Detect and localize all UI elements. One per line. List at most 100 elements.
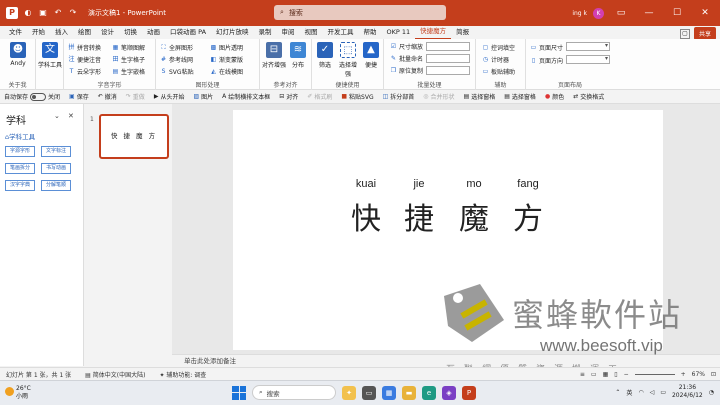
- from-start-button[interactable]: ▶ 从头开始: [154, 92, 185, 101]
- tab-insert[interactable]: 插入: [50, 26, 73, 39]
- powerpoint-taskbar-icon[interactable]: P: [462, 385, 476, 400]
- page-orientation-button[interactable]: ▯ 页面方向: [530, 56, 563, 65]
- filter-button[interactable]: ✓ 筛选: [314, 42, 336, 69]
- tab-help[interactable]: 帮助: [359, 26, 382, 39]
- hanzi-dictionary-button[interactable]: 汉字字典: [5, 180, 35, 191]
- page-size-select[interactable]: [566, 42, 610, 51]
- batch-rename-button[interactable]: ✎ 批量命名: [390, 54, 423, 63]
- merge-shapes-button[interactable]: ◎ 合并形状: [423, 92, 454, 101]
- online-model-button[interactable]: ◭ 在线模图: [210, 67, 243, 76]
- tab-home[interactable]: 开始: [27, 26, 50, 39]
- tray-chevron-icon[interactable]: ⌃: [615, 389, 620, 396]
- picture-button[interactable]: ▨ 图片: [193, 92, 213, 101]
- timer-button[interactable]: ◷ 计时器: [482, 55, 509, 64]
- zoom-in-icon[interactable]: +: [681, 371, 686, 378]
- tab-developer[interactable]: 开发工具: [323, 26, 359, 39]
- notes-icon[interactable]: ≡: [580, 371, 585, 378]
- color-button[interactable]: ● 颜色: [545, 92, 564, 101]
- task-view-icon[interactable]: ▭: [362, 385, 376, 400]
- hanzi-text[interactable]: 快: [341, 194, 391, 238]
- fullscreen-shape-button[interactable]: ⛶ 全屏图形: [160, 43, 193, 52]
- textbox-button[interactable]: A 绘制横排文本框: [222, 92, 270, 101]
- accessibility-status[interactable]: ✦ 辅助功能: 调查: [159, 370, 206, 379]
- char-origin-button[interactable]: 字源字形: [5, 146, 35, 157]
- volume-icon[interactable]: ◁: [650, 389, 655, 396]
- convenient-button[interactable]: ▲ 便捷: [360, 42, 382, 69]
- tab-okp[interactable]: OKP 11: [382, 26, 416, 39]
- stroke-diagram-button[interactable]: ▦ 笔顺图解: [112, 43, 145, 52]
- redo-icon[interactable]: ↷: [68, 8, 78, 18]
- normal-view-icon[interactable]: ▭: [591, 371, 597, 378]
- panel-close-icon[interactable]: ✕: [68, 112, 74, 120]
- copilot-icon[interactable]: ✦: [342, 385, 356, 400]
- undo-button[interactable]: ↶ 撤消: [98, 92, 117, 101]
- selection-pane-button[interactable]: ▤ 选择窗格: [464, 92, 496, 101]
- board-assist-button[interactable]: ▭ 板贴辅助: [482, 67, 515, 76]
- page-size-button[interactable]: ▭ 页面尺寸: [530, 43, 563, 52]
- tab-file[interactable]: 文件: [4, 26, 27, 39]
- start-icon[interactable]: [232, 385, 246, 400]
- zoom-level[interactable]: 67%: [692, 371, 705, 378]
- taskbar-search[interactable]: ⌕ 搜索: [252, 385, 336, 400]
- hanzi-text[interactable]: 捷: [394, 194, 444, 238]
- notification-icon[interactable]: ◔: [709, 389, 714, 396]
- svg-paste-button[interactable]: S SVG粘贴: [160, 67, 194, 76]
- file-explorer-icon[interactable]: ▬: [402, 385, 416, 400]
- store-icon[interactable]: ▦: [382, 385, 396, 400]
- tab-design[interactable]: 设计: [96, 26, 119, 39]
- format-painter-button[interactable]: ✐ 格式刷: [307, 92, 332, 101]
- pinyin-text[interactable]: jie: [399, 178, 439, 190]
- ime-indicator[interactable]: 英: [626, 388, 632, 397]
- tab-quick-cube[interactable]: 快捷魔方: [415, 25, 452, 40]
- undo-icon[interactable]: ↶: [53, 8, 63, 18]
- save-button[interactable]: ▣ 保存: [69, 92, 89, 101]
- autosave-icon[interactable]: ◐: [23, 8, 33, 18]
- side-panel-subtitle[interactable]: ⌂学科工具: [5, 131, 35, 141]
- hanzi-text[interactable]: 魔: [449, 194, 499, 238]
- andy-button[interactable]: ☻ Andy: [5, 42, 31, 67]
- char-grid-button[interactable]: 田生字格子: [112, 55, 145, 64]
- image-transparent-button[interactable]: ▩ 图片透明: [210, 43, 243, 52]
- stroke-order-button[interactable]: 分解笔顺: [41, 180, 71, 191]
- tab-record[interactable]: 录制: [254, 26, 277, 39]
- tab-briefing[interactable]: 简报: [451, 26, 474, 39]
- guide-grid-button[interactable]: # 参考线网: [160, 55, 193, 64]
- comments-icon[interactable]: ▢: [679, 28, 690, 39]
- select-enhance-button[interactable]: ⬚ 选择增强: [337, 42, 359, 78]
- cloud-glyph-button[interactable]: T 云朵字形: [68, 67, 101, 76]
- autosave-toggle[interactable]: 自动保存 关闭: [4, 92, 60, 101]
- minimize-icon[interactable]: —: [638, 0, 660, 26]
- redo-button[interactable]: ↷ 重做: [126, 92, 145, 101]
- zoom-out-icon[interactable]: −: [624, 371, 629, 378]
- in-place-copy-button[interactable]: ❐ 原位复制: [390, 66, 423, 75]
- tab-slideshow[interactable]: 幻灯片放映: [211, 26, 254, 39]
- subject-tools-button[interactable]: 文 学科工具: [38, 42, 62, 69]
- paste-svg-button[interactable]: ■ 粘贴SVG: [341, 92, 373, 101]
- maximize-icon[interactable]: ☐: [666, 0, 688, 26]
- tab-draw[interactable]: 绘图: [73, 26, 96, 39]
- close-icon[interactable]: ✕: [694, 0, 716, 26]
- language-status[interactable]: ▤ 简体中文(中国大陆): [85, 370, 145, 379]
- tab-pocket-animation[interactable]: 口袋动画 PA: [165, 26, 211, 39]
- stroke-split-button[interactable]: 笔画拆分: [5, 163, 35, 174]
- selection-pane-button-2[interactable]: ▤ 选择窗格: [504, 92, 536, 101]
- align-enhance-button[interactable]: ⊟ 对齐增强: [262, 42, 286, 69]
- split-radical-button[interactable]: ◫ 拆分部首: [383, 92, 415, 101]
- user-name[interactable]: ing k: [572, 10, 587, 17]
- resize-button[interactable]: ☑ 尺寸缩放: [390, 42, 423, 51]
- slide-thumbnail[interactable]: 快 捷 魔 方: [99, 114, 169, 159]
- sorter-view-icon[interactable]: ▦: [603, 371, 609, 378]
- pinyin-text[interactable]: mo: [454, 178, 494, 190]
- writing-animation-button[interactable]: 书写动画: [41, 163, 71, 174]
- rename-input[interactable]: [426, 54, 470, 63]
- tab-review[interactable]: 审阅: [277, 26, 300, 39]
- tab-animations[interactable]: 动画: [142, 26, 165, 39]
- visual-studio-icon[interactable]: ◈: [442, 385, 456, 400]
- fill-blank-button[interactable]: ▢ 控词填空: [482, 43, 515, 52]
- wifi-icon[interactable]: ◠: [638, 389, 643, 396]
- search-input[interactable]: ⌕ 搜索: [274, 5, 446, 20]
- text-annotate-button[interactable]: 文字标注: [41, 146, 71, 157]
- reading-view-icon[interactable]: ▯: [614, 371, 617, 378]
- pinyin-convert-button[interactable]: 拼拼音转换: [68, 43, 101, 52]
- quick-annotate-button[interactable]: 注便捷注音: [68, 55, 101, 64]
